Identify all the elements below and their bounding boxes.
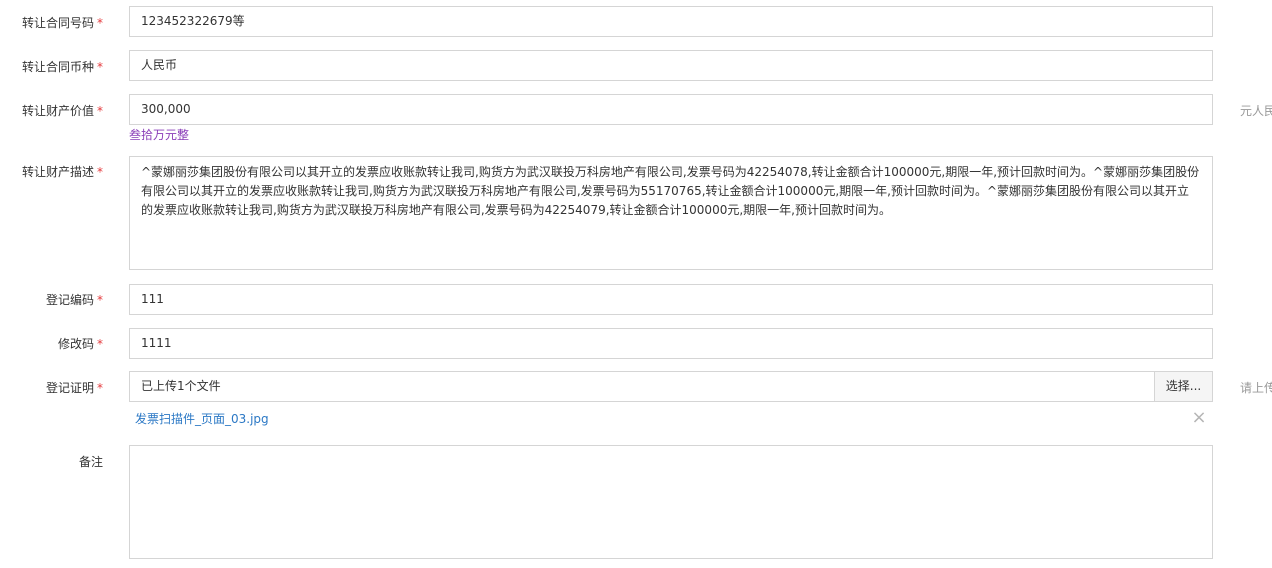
- contract-no-label: 转让合同号码 *: [21, 16, 103, 30]
- modify-code-label: 修改码 *: [57, 337, 103, 351]
- required-mark: *: [97, 381, 103, 395]
- currency-input[interactable]: 人民币: [129, 50, 1213, 81]
- choose-file-button[interactable]: 选择...: [1154, 371, 1213, 402]
- contract-no-input[interactable]: 123452322679等: [129, 6, 1213, 37]
- currency-unit-suffix: 元人民: [1240, 104, 1272, 118]
- required-mark: *: [97, 104, 103, 118]
- asset-description-textarea[interactable]: ^蒙娜丽莎集团股份有限公司以其开立的发票应收账款转让我司,购货方为武汉联投万科房…: [129, 156, 1213, 270]
- required-mark: *: [97, 16, 103, 30]
- required-mark: *: [97, 293, 103, 307]
- registration-no-label: 登记编码 *: [45, 293, 103, 307]
- registration-no-input[interactable]: 111: [129, 284, 1213, 315]
- asset-value-label: 转让财产价值 *: [21, 104, 103, 118]
- modify-code-input[interactable]: 1111: [129, 328, 1213, 359]
- registration-proof-label: 登记证明 *: [45, 381, 103, 395]
- file-upload-status[interactable]: 已上传1个文件: [129, 371, 1154, 402]
- uploaded-file-link[interactable]: 发票扫描件_页面_03.jpg: [135, 410, 269, 427]
- required-mark: *: [97, 165, 103, 179]
- required-mark: *: [97, 337, 103, 351]
- asset-description-label: 转让财产描述 *: [21, 165, 103, 179]
- remarks-textarea[interactable]: [129, 445, 1213, 559]
- required-mark: *: [97, 60, 103, 74]
- remarks-label: 备注: [78, 455, 103, 469]
- currency-label: 转让合同币种 *: [21, 60, 103, 74]
- close-icon[interactable]: ×: [1191, 409, 1207, 427]
- upload-side-hint: 请上传: [1240, 381, 1272, 395]
- asset-value-input[interactable]: 300,000: [129, 94, 1213, 125]
- registration-form: 转让合同号码 * 123452322679等 转让合同币种 * 人民币 转让财产价值…: [0, 0, 1272, 568]
- amount-uppercase-hint: 叁拾万元整: [129, 128, 190, 142]
